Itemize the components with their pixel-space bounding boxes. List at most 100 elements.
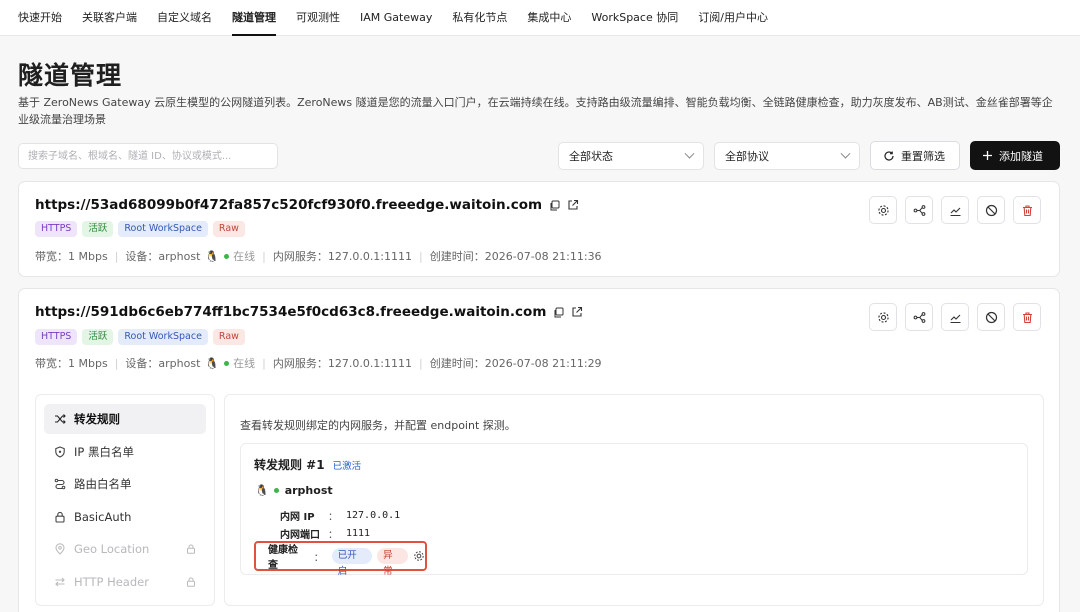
bandwidth-text: 带宽：1 Mbps xyxy=(35,357,108,370)
settings-button[interactable] xyxy=(869,303,897,331)
gear-icon xyxy=(877,311,889,323)
created-time: 创建时间：2026-07-08 21:11:36 xyxy=(429,250,602,263)
detail-nav-forwarding-rules[interactable]: 转发规则 xyxy=(44,404,206,434)
shield-icon xyxy=(55,445,65,458)
internal-port-value: 1111 xyxy=(346,528,371,539)
copy-icon[interactable] xyxy=(549,200,560,211)
divider: | xyxy=(262,356,266,370)
detail-nav-label: HTTP Header xyxy=(74,574,149,589)
external-link-icon[interactable] xyxy=(571,306,583,318)
nav-item-clients[interactable]: 关联客户端 xyxy=(82,0,137,36)
gear-icon[interactable] xyxy=(413,550,425,562)
tunnel-url[interactable]: https://53ad68099b0f472fa857c520fcf930f0… xyxy=(35,197,542,213)
top-nav: 快速开始 关联客户端 自定义域名 隧道管理 可观测性 IAM Gateway 私… xyxy=(0,0,1080,36)
lock-icon xyxy=(187,544,195,554)
detail-nav-geo-location[interactable]: Geo Location xyxy=(44,534,206,564)
refresh-icon xyxy=(884,150,894,161)
linux-penguin-icon: 🐧 xyxy=(255,484,269,497)
tunnel-url-row: https://591db6c6eb774ff1bc7534e5f0cd63c8… xyxy=(35,304,583,320)
colon: ： xyxy=(328,512,338,523)
rule-title-row: 转发规则 #1 已激活 xyxy=(254,456,361,473)
share-button[interactable] xyxy=(905,196,933,224)
lock-icon xyxy=(187,577,195,587)
online-dot xyxy=(224,253,230,259)
detail-description: 查看转发规则绑定的内网服务，并配置 endpoint 探测。 xyxy=(240,419,516,432)
ban-icon xyxy=(985,311,997,323)
health-check-row: 健康检查 ： 已开启 异常 xyxy=(254,541,427,577)
online-dot xyxy=(224,360,230,366)
tag-list: HTTPS 活跃 Root WorkSpace Raw xyxy=(35,329,245,345)
reset-filters-label: 重置筛选 xyxy=(901,149,945,163)
metrics-button[interactable] xyxy=(941,303,969,331)
device-status: 在线 xyxy=(233,250,256,263)
plus-icon xyxy=(983,151,992,160)
protocol-select[interactable]: 全部协议 xyxy=(714,142,860,170)
nav-item-private-nodes[interactable]: 私有化节点 xyxy=(452,0,507,36)
add-tunnel-button[interactable]: 添加隧道 xyxy=(970,141,1060,170)
online-dot xyxy=(273,488,279,493)
nav-item-subscription[interactable]: 订阅/用户中心 xyxy=(698,0,768,36)
detail-nav-label: 路由白名单 xyxy=(74,477,132,491)
shuffle-icon xyxy=(55,414,66,424)
status-tag: 活跃 xyxy=(82,329,114,345)
protocol-tag: HTTPS xyxy=(35,329,78,345)
trash-icon xyxy=(1022,204,1032,216)
tunnel-url-row: https://53ad68099b0f472fa857c520fcf930f0… xyxy=(35,197,579,213)
health-status-badge: 异常 xyxy=(377,548,409,577)
status-select[interactable]: 全部状态 xyxy=(558,142,704,170)
disable-button[interactable] xyxy=(977,303,1005,331)
nav-item-workspace[interactable]: WorkSpace 协同 xyxy=(591,0,678,36)
workspace-tag: Root WorkSpace xyxy=(118,329,208,345)
protocol-select-value: 全部协议 xyxy=(725,150,769,163)
internal-ip-row: 内网 IP ： 127.0.0.1 xyxy=(280,508,400,523)
nav-item-custom-domain[interactable]: 自定义域名 xyxy=(157,0,212,36)
copy-icon[interactable] xyxy=(553,307,564,318)
nav-item-tunnels[interactable]: 隧道管理 xyxy=(232,0,276,36)
divider: | xyxy=(114,356,119,370)
tunnel-url[interactable]: https://591db6c6eb774ff1bc7534e5f0cd63c8… xyxy=(35,304,546,320)
nav-item-iam-gateway[interactable]: IAM Gateway xyxy=(360,0,432,36)
delete-button[interactable] xyxy=(1013,303,1041,331)
divider: | xyxy=(419,249,423,263)
internal-ip-value: 127.0.0.1 xyxy=(346,510,401,521)
health-check-label: 健康检查 xyxy=(268,545,298,571)
detail-nav-http-header[interactable]: HTTP Header xyxy=(44,567,206,597)
rule-host-name: arphost xyxy=(284,484,333,497)
page-description: 基于 ZeroNews Gateway 云原生模型的公网隧道列表。ZeroNew… xyxy=(18,96,1053,126)
tag-list: HTTPS 活跃 Root WorkSpace Raw xyxy=(35,221,245,237)
linux-penguin-icon: 🐧 xyxy=(205,249,220,263)
detail-nav-route-whitelist[interactable]: 路由白名单 xyxy=(44,469,206,499)
disable-button[interactable] xyxy=(977,196,1005,224)
search-input[interactable] xyxy=(18,143,278,169)
settings-button[interactable] xyxy=(869,196,897,224)
branch-icon xyxy=(913,204,925,216)
nav-item-quickstart[interactable]: 快速开始 xyxy=(18,0,62,36)
location-pin-icon xyxy=(55,543,65,555)
device-label: 设备： xyxy=(125,250,159,263)
status-select-value: 全部状态 xyxy=(569,150,613,163)
share-button[interactable] xyxy=(905,303,933,331)
detail-nav-ip-list[interactable]: IP 黑白名单 xyxy=(44,437,206,467)
chevron-down-icon xyxy=(840,148,851,159)
nav-item-observability[interactable]: 可观测性 xyxy=(296,0,340,36)
metrics-button[interactable] xyxy=(941,196,969,224)
trash-icon xyxy=(1022,311,1032,323)
delete-button[interactable] xyxy=(1013,196,1041,224)
tunnel-actions xyxy=(869,303,1041,331)
external-link-icon[interactable] xyxy=(567,199,579,211)
device-status: 在线 xyxy=(233,357,256,370)
reset-filters-button[interactable]: 重置筛选 xyxy=(870,141,960,170)
device-name: arphost xyxy=(158,356,201,370)
detail-nav-label: IP 黑白名单 xyxy=(74,444,134,459)
internal-port-label: 内网端口 xyxy=(280,530,320,541)
service-text: 内网服务：127.0.0.1:1111 xyxy=(272,357,413,370)
bandwidth-text: 带宽：1 Mbps xyxy=(35,250,108,263)
tunnel-meta: 带宽：1 Mbps | 设备： arphost 🐧 在线 | 内网服务：127.… xyxy=(35,248,602,264)
detail-nav-basicauth[interactable]: BasicAuth xyxy=(44,502,206,532)
nav-item-integrations[interactable]: 集成中心 xyxy=(527,0,571,36)
page-title: 隧道管理 xyxy=(18,61,123,90)
rule-state-badge: 已激活 xyxy=(332,460,362,472)
divider: | xyxy=(114,249,119,263)
workspace-tag: Root WorkSpace xyxy=(118,221,208,237)
created-time: 创建时间：2026-07-08 21:11:29 xyxy=(429,357,602,370)
